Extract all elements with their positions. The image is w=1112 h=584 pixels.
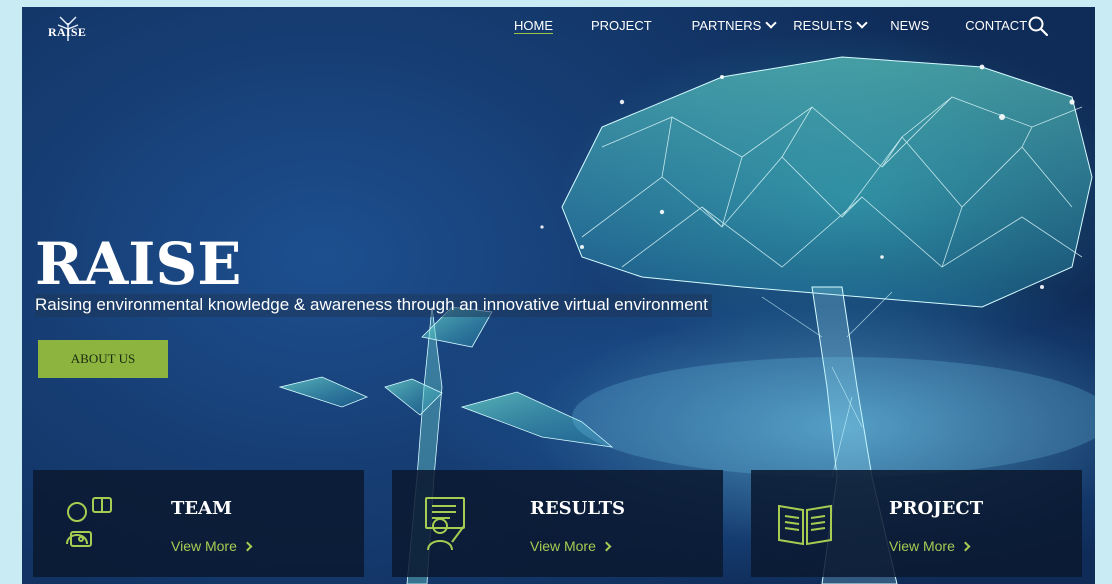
view-more-link[interactable]: View More [530,538,612,554]
nav-item-contact[interactable]: CONTACT [965,18,1027,33]
team-card[interactable]: TEAM View More [33,470,364,577]
results-icon [425,497,465,551]
card-title: TEAM [171,498,233,519]
chevron-down-icon [765,16,777,29]
about-us-button[interactable]: ABOUT US [38,340,168,378]
nav-item-results-label: RESULTS [793,17,853,33]
view-more-link[interactable]: View More [171,538,253,554]
nav-item-results[interactable]: RESULTS [793,16,868,33]
hero-banner: RAISE HOME PROJECT PARTNERS RESULTS NEWS… [22,7,1095,584]
chevron-right-icon [242,541,253,552]
nav-item-partners-label: PARTNERS [691,17,762,33]
nav-item-news[interactable]: NEWS [890,18,929,33]
project-card[interactable]: PROJECT View More [751,470,1082,577]
nav-item-partners[interactable]: PARTNERS [691,16,777,33]
chevron-down-icon [856,16,868,29]
results-card[interactable]: RESULTS View More [392,470,723,577]
card-title: RESULTS [530,498,625,519]
search-icon[interactable] [1027,15,1049,37]
view-more-label: View More [530,538,596,554]
chevron-right-icon [601,541,612,552]
hero-title: RAISE [35,230,242,298]
nav-item-project[interactable]: PROJECT [591,18,652,33]
project-book-icon [778,504,832,546]
nav-item-home[interactable]: HOME [514,18,553,33]
view-more-label: View More [889,538,955,554]
team-icon [66,497,112,547]
card-title: PROJECT [889,498,984,519]
view-more-label: View More [171,538,237,554]
logo-text: RAISE [48,25,87,39]
main-nav: HOME PROJECT PARTNERS RESULTS NEWS CONTA… [512,11,1075,39]
view-more-link[interactable]: View More [889,538,971,554]
hero-subtitle: Raising environmental knowledge & awaren… [35,294,712,317]
chevron-right-icon [960,541,971,552]
